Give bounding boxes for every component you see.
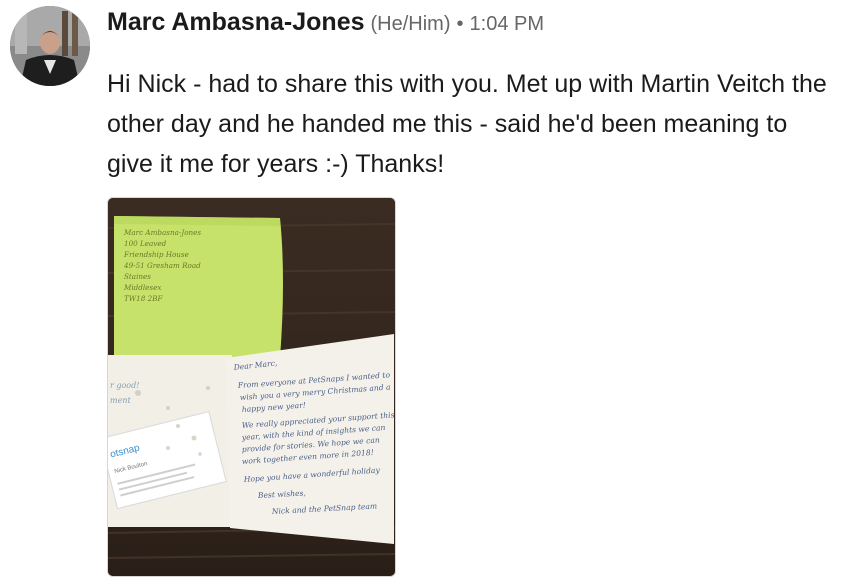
post-timestamp[interactable]: 1:04 PM — [470, 13, 544, 35]
message-text: Hi Nick - had to share this with you. Me… — [107, 70, 827, 178]
author-pronouns: (He/Him) — [370, 13, 451, 35]
envelope-line-6: Middlesex — [123, 283, 161, 292]
envelope-line-2: 100 Leaved — [124, 239, 167, 248]
post-header: Marc Ambasna-Jones (He/Him) • 1:04 PM — [107, 8, 544, 37]
envelope-line-1: Marc Ambasna-Jones — [123, 228, 201, 237]
photo-content: Marc Ambasna-Jones 100 Leaved Friendship… — [108, 198, 395, 576]
author-name[interactable]: Marc Ambasna-Jones — [107, 8, 365, 36]
left-page-text-2: ment — [110, 396, 131, 405]
avatar[interactable] — [10, 6, 90, 86]
avatar-image — [10, 6, 90, 86]
envelope-line-5: Staines — [124, 272, 151, 281]
envelope-line-3: Friendship House — [123, 250, 189, 259]
envelope-line-7: TW18 2BF — [124, 294, 163, 303]
attached-photo[interactable]: Marc Ambasna-Jones 100 Leaved Friendship… — [107, 197, 396, 577]
left-page-text-1: r good! — [110, 381, 139, 390]
separator-dot: • — [456, 13, 464, 35]
envelope-line-4: 49-51 Gresham Road — [123, 261, 201, 270]
